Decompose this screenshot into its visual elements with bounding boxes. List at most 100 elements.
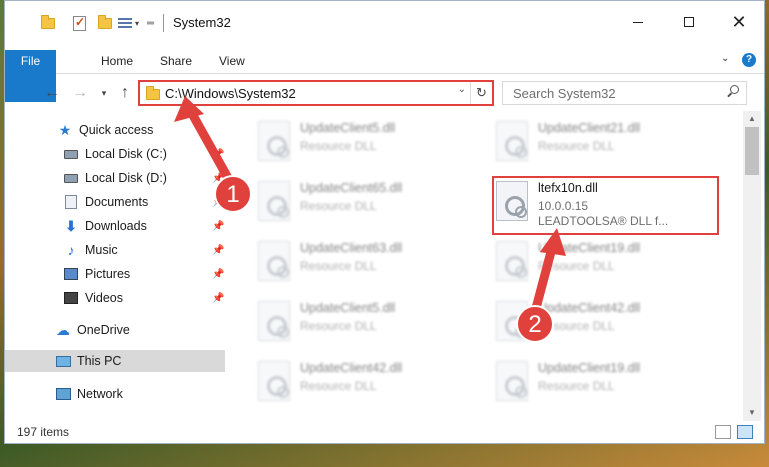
file-item[interactable]: UpdateClient42.dll Resource DLL — [252, 357, 472, 409]
pin-icon[interactable]: 📌 — [212, 269, 224, 280]
help-icon[interactable]: ? — [742, 53, 756, 67]
close-icon: ✕ — [731, 12, 747, 32]
file-name: UpdateClient5.dll — [300, 301, 396, 315]
properties-checklist-icon[interactable] — [73, 13, 86, 33]
new-folder-icon[interactable] — [98, 13, 112, 33]
sidebar-item-label: Downloads — [85, 219, 147, 233]
address-bar[interactable]: C:\Windows\System32 ⌄ ↻ — [138, 80, 494, 106]
tab-share[interactable]: Share — [148, 50, 204, 73]
file-item[interactable]: UpdateClient19.dll Resource DLL — [490, 237, 710, 289]
file-item[interactable]: UpdateClient5.dll Resource DLL — [252, 117, 472, 169]
navigation-pane: ★ Quick access Local Disk (C:) 📌 Local D… — [5, 111, 225, 416]
vertical-scrollbar[interactable]: ▲ ▼ — [743, 111, 761, 421]
file-name: UpdateClient42.dll — [538, 301, 641, 315]
folder-icon — [146, 86, 160, 100]
qat-dropdown-icon[interactable]: ▾ — [135, 13, 139, 33]
sidebar-item-label: Local Disk (D:) — [85, 171, 167, 185]
search-icon — [726, 85, 740, 99]
sidebar-item-downloads[interactable]: ⬇ Downloads 📌 — [5, 215, 225, 237]
sidebar-item-label: This PC — [77, 354, 122, 368]
documents-icon — [63, 194, 79, 210]
folder-icon[interactable] — [41, 13, 55, 33]
file-name: UpdateClient42.dll — [300, 361, 403, 375]
file-description: Resource DLL — [538, 379, 615, 393]
file-name: UpdateClient65.dll — [300, 181, 403, 195]
dll-file-icon — [258, 241, 290, 281]
sidebar-item-label: Pictures — [85, 267, 131, 281]
scroll-down-icon[interactable]: ▼ — [743, 405, 761, 421]
file-item[interactable]: UpdateClient65.dll Resource DLL — [252, 177, 472, 229]
large-icons-view-icon[interactable] — [737, 425, 753, 439]
computer-icon — [55, 353, 71, 369]
recent-locations-button[interactable]: ▾ — [95, 83, 113, 103]
search-input[interactable]: Search System32 — [502, 81, 747, 105]
sidebar-item-label: Quick access — [79, 123, 154, 137]
address-dropdown-icon[interactable]: ⌄ — [458, 84, 466, 95]
properties-icon[interactable] — [118, 13, 132, 33]
up-arrow-icon: ↑ — [121, 84, 129, 101]
maximize-button[interactable] — [666, 7, 712, 37]
scroll-up-icon[interactable]: ▲ — [743, 111, 761, 127]
pin-icon[interactable]: 📌 — [212, 293, 224, 304]
highlight-box — [492, 176, 719, 235]
network-icon — [55, 386, 71, 402]
ribbon-tabs: File Home Share View ⌄ ? — [5, 50, 764, 102]
title-bar: ▾ ═ System32 ✕ — [5, 1, 764, 43]
address-path[interactable]: C:\Windows\System32 — [165, 86, 296, 101]
title-separator — [163, 13, 164, 33]
minimize-icon — [633, 21, 643, 23]
sidebar-item-label: OneDrive — [77, 323, 130, 337]
status-bar: 197 items — [5, 421, 764, 443]
refresh-button[interactable]: ↻ — [470, 82, 492, 104]
tab-view[interactable]: View — [207, 50, 257, 73]
pin-icon[interactable]: 📌 — [212, 245, 224, 256]
disk-icon — [63, 146, 79, 162]
refresh-icon: ↻ — [476, 85, 487, 100]
file-item[interactable]: UpdateClient19.dll Resource DLL — [490, 357, 710, 409]
sidebar-item-network[interactable]: Network — [5, 383, 225, 405]
annotation-badge-1: 1 — [214, 175, 252, 213]
navigation-bar: ← → ▾ ↑ C:\Windows\System32 ⌄ ↻ Search S… — [5, 78, 764, 108]
annotation-badge-2: 2 — [516, 305, 554, 343]
sidebar-item-this-pc[interactable]: This PC — [5, 350, 225, 372]
chevron-down-icon: ▾ — [101, 88, 107, 98]
download-icon: ⬇ — [65, 217, 77, 234]
explorer-window: ▾ ═ System32 ✕ File Home Share View ⌄ ? … — [4, 0, 765, 444]
sidebar-item-videos[interactable]: Videos 📌 — [5, 287, 225, 309]
close-button[interactable]: ✕ — [716, 7, 762, 37]
sidebar-item-documents[interactable]: Documents 📌 — [5, 191, 225, 213]
details-view-icon[interactable] — [715, 425, 731, 439]
sidebar-item-local-disk-d[interactable]: Local Disk (D:) 📌 — [5, 167, 225, 189]
file-name: UpdateClient19.dll — [538, 361, 641, 375]
tab-home[interactable]: Home — [89, 50, 145, 73]
videos-icon — [63, 290, 79, 306]
up-button[interactable]: ↑ — [116, 83, 134, 103]
sidebar-item-quick-access[interactable]: ★ Quick access — [5, 119, 225, 141]
item-count: 197 items — [17, 425, 70, 439]
pin-icon[interactable]: 📌 — [212, 221, 224, 232]
qat-customize-icon[interactable]: ═ — [147, 13, 154, 33]
pin-icon[interactable]: 📌 — [212, 149, 224, 160]
pictures-icon — [63, 266, 79, 282]
scrollbar-thumb[interactable] — [745, 127, 759, 175]
sidebar-item-onedrive[interactable]: ☁ OneDrive — [5, 319, 225, 341]
file-item[interactable]: UpdateClient21.dll Resource DLL — [490, 117, 710, 169]
sidebar-item-pictures[interactable]: Pictures 📌 — [5, 263, 225, 285]
minimize-button[interactable] — [615, 7, 661, 37]
file-description: Resource DLL — [300, 259, 377, 273]
file-description: Resource DLL — [300, 379, 377, 393]
forward-arrow-icon: → — [72, 84, 88, 101]
sidebar-item-local-disk-c[interactable]: Local Disk (C:) 📌 — [5, 143, 225, 165]
dll-file-icon — [258, 361, 290, 401]
dll-file-icon — [496, 241, 528, 281]
file-item[interactable]: UpdateClient5.dll Resource DLL — [252, 297, 472, 349]
sidebar-item-label: Documents — [85, 195, 149, 209]
sidebar-item-music[interactable]: ♪ Music 📌 — [5, 239, 225, 261]
file-name: UpdateClient63.dll — [300, 241, 403, 255]
expand-ribbon-icon[interactable]: ⌄ — [721, 53, 731, 64]
sidebar-item-label: Music — [85, 243, 118, 257]
file-item[interactable]: UpdateClient63.dll Resource DLL — [252, 237, 472, 289]
back-button[interactable]: ← — [43, 83, 61, 103]
forward-button[interactable]: → — [71, 83, 89, 103]
file-description: Resource DLL — [300, 139, 377, 153]
